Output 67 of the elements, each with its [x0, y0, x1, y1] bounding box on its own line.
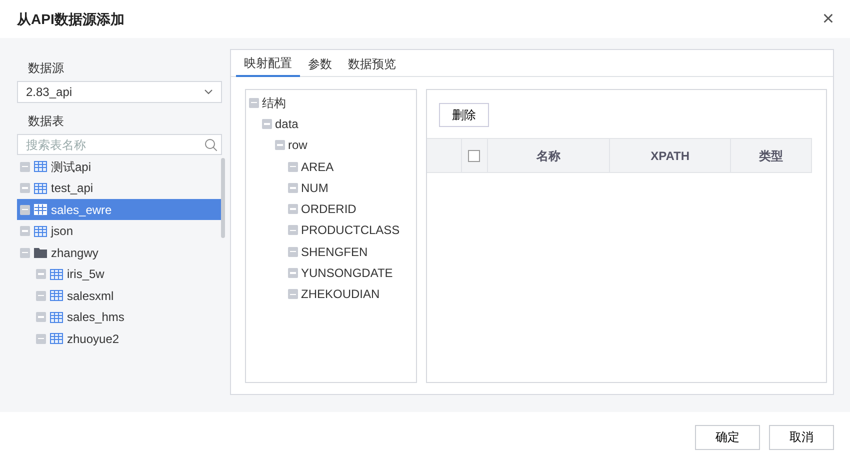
tree-node[interactable]: row — [288, 136, 308, 154]
tree-node[interactable]: PRODUCTCLASS — [301, 221, 400, 240]
tree-node[interactable]: ORDERID — [301, 200, 356, 218]
table-list-item[interactable]: sales_hms — [17, 306, 222, 328]
column-header: 类型 — [730, 138, 812, 172]
collapse-toggle-icon[interactable] — [288, 246, 298, 257]
delete-button[interactable]: 删除 — [439, 103, 489, 127]
collapse-toggle-icon[interactable] — [20, 162, 30, 172]
tree-node[interactable]: AREA — [301, 158, 334, 176]
table-list-item[interactable]: json — [17, 220, 222, 242]
table-icon — [50, 268, 63, 280]
table-icon — [34, 182, 47, 194]
table-list-item[interactable]: salesxml — [17, 285, 222, 306]
table-icon — [50, 333, 63, 344]
table-list-item[interactable]: 测试api — [17, 156, 222, 177]
table-label: 数据表 — [27, 113, 65, 130]
collapse-toggle-icon[interactable] — [20, 226, 30, 236]
collapse-toggle-icon[interactable] — [20, 204, 30, 214]
collapse-toggle-icon[interactable] — [288, 225, 298, 236]
table-icon — [50, 312, 63, 322]
collapse-toggle-icon[interactable] — [20, 183, 30, 193]
tree-node[interactable]: YUNSONGDATE — [301, 264, 393, 282]
collapse-toggle-icon[interactable] — [288, 289, 298, 300]
checkbox[interactable] — [468, 150, 480, 162]
dialog-button[interactable]: 取消 — [769, 424, 834, 450]
collapse-toggle-icon[interactable] — [288, 204, 298, 214]
close-button[interactable]: × — [822, 9, 834, 29]
table-icon — [34, 226, 47, 236]
search-icon — [204, 138, 218, 152]
collapse-toggle-icon[interactable] — [275, 140, 285, 150]
scrollbar[interactable] — [221, 158, 225, 238]
collapse-toggle-icon[interactable] — [288, 182, 298, 193]
collapse-toggle-icon[interactable] — [262, 118, 272, 129]
collapse-toggle-icon[interactable] — [288, 268, 298, 278]
collapse-toggle-icon[interactable] — [249, 98, 259, 108]
tree-node[interactable]: data — [275, 114, 298, 133]
column-header: XPATH — [609, 138, 731, 172]
table-icon — [34, 161, 47, 172]
table-icon — [34, 204, 47, 215]
dialog-title: 从API数据源添加 — [17, 10, 124, 28]
datasource-label: 数据源 — [27, 60, 65, 77]
column-header: 名称 — [487, 138, 610, 172]
collapse-toggle-icon[interactable] — [36, 269, 46, 279]
datasource-select[interactable]: 2.83_api — [17, 81, 222, 103]
search-field[interactable]: 搜索表名称 — [17, 134, 222, 155]
tab[interactable]: 参数 — [300, 50, 340, 77]
table-list-item[interactable]: sales_ewre — [17, 199, 222, 220]
folder-icon — [34, 247, 47, 258]
tree-node[interactable]: 结构 — [262, 94, 286, 112]
tree-node[interactable]: NUM — [301, 178, 328, 197]
collapse-toggle-icon[interactable] — [36, 312, 46, 322]
table-list-item[interactable]: zhangwy — [17, 242, 222, 263]
table-icon — [50, 290, 63, 301]
table-list-item[interactable]: iris_5w — [17, 264, 222, 284]
table-list-item[interactable]: test_api — [17, 178, 222, 198]
chevron-down-icon — [204, 89, 213, 95]
datasource-value: 2.83_api — [26, 84, 72, 101]
tab[interactable]: 映射配置 — [236, 50, 300, 77]
collapse-toggle-icon[interactable] — [20, 248, 30, 258]
tree-node[interactable]: SHENGFEN — [301, 242, 368, 261]
table-list-item[interactable]: zhuoyue2 — [17, 328, 222, 349]
tree-node[interactable]: ZHEKOUDIAN — [301, 285, 380, 304]
collapse-toggle-icon[interactable] — [36, 334, 46, 344]
collapse-toggle-icon[interactable] — [36, 290, 46, 300]
tab[interactable]: 数据预览 — [340, 50, 404, 77]
dialog-button[interactable]: 确定 — [695, 424, 760, 450]
collapse-toggle-icon[interactable] — [288, 162, 298, 172]
